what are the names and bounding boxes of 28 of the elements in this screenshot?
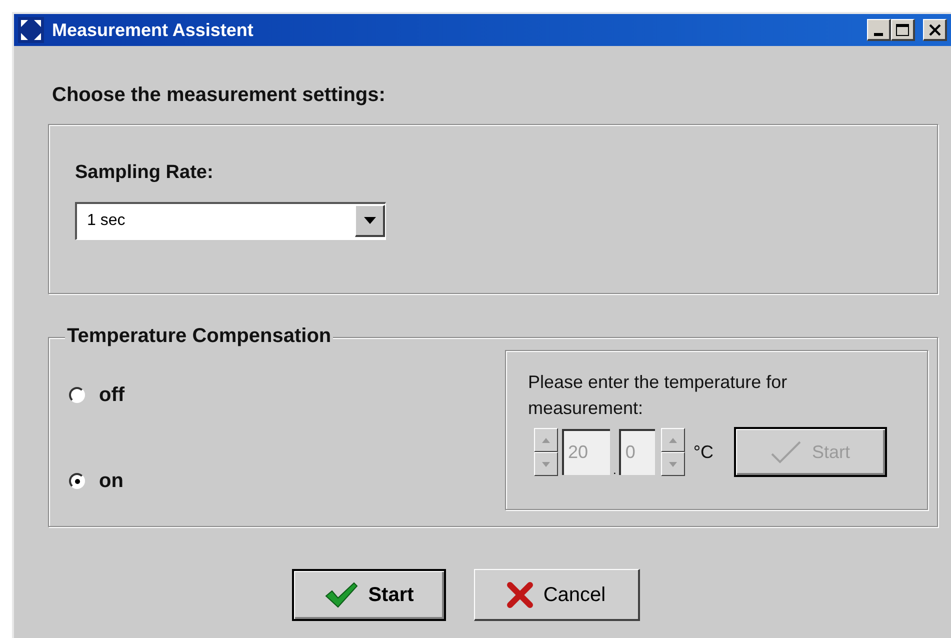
- up-arrow-icon: [542, 438, 550, 442]
- close-icon: [928, 24, 940, 36]
- radio-option[interactable]: off: [69, 380, 499, 410]
- checkmark-icon: [770, 440, 802, 464]
- prompt-text: Please enter the temperature for measurement:: [528, 371, 788, 420]
- minimize-button[interactable]: [867, 19, 891, 41]
- spin-button[interactable]: [661, 428, 686, 476]
- heading: Choose the measurement settings:: [52, 83, 386, 108]
- unit-label: °C: [693, 440, 714, 464]
- cancel-button[interactable]: Cancel: [474, 569, 640, 621]
- field-label: Sampling Rate:: [75, 161, 214, 185]
- maximize-button[interactable]: [891, 19, 915, 41]
- cross-icon: [507, 582, 534, 608]
- radio-button[interactable]: [69, 387, 85, 403]
- radio-button[interactable]: [69, 473, 85, 489]
- down-arrow-icon: [669, 462, 678, 466]
- start-button[interactable]: Start: [292, 569, 446, 621]
- down-arrow-icon: [542, 462, 550, 466]
- decimal-separator: .: [613, 463, 616, 477]
- close-button[interactable]: [923, 19, 947, 41]
- window-title: Measurement Assistent: [52, 18, 254, 42]
- up-arrow-icon: [669, 438, 678, 442]
- window-icon: [18, 17, 44, 43]
- checkmark-icon: [324, 582, 358, 608]
- sampling-rate-dropdown[interactable]: 1 sec: [75, 202, 386, 240]
- dropdown-caret-icon: [355, 205, 385, 237]
- radio-option[interactable]: on: [69, 466, 499, 496]
- spin-button[interactable]: [534, 428, 558, 476]
